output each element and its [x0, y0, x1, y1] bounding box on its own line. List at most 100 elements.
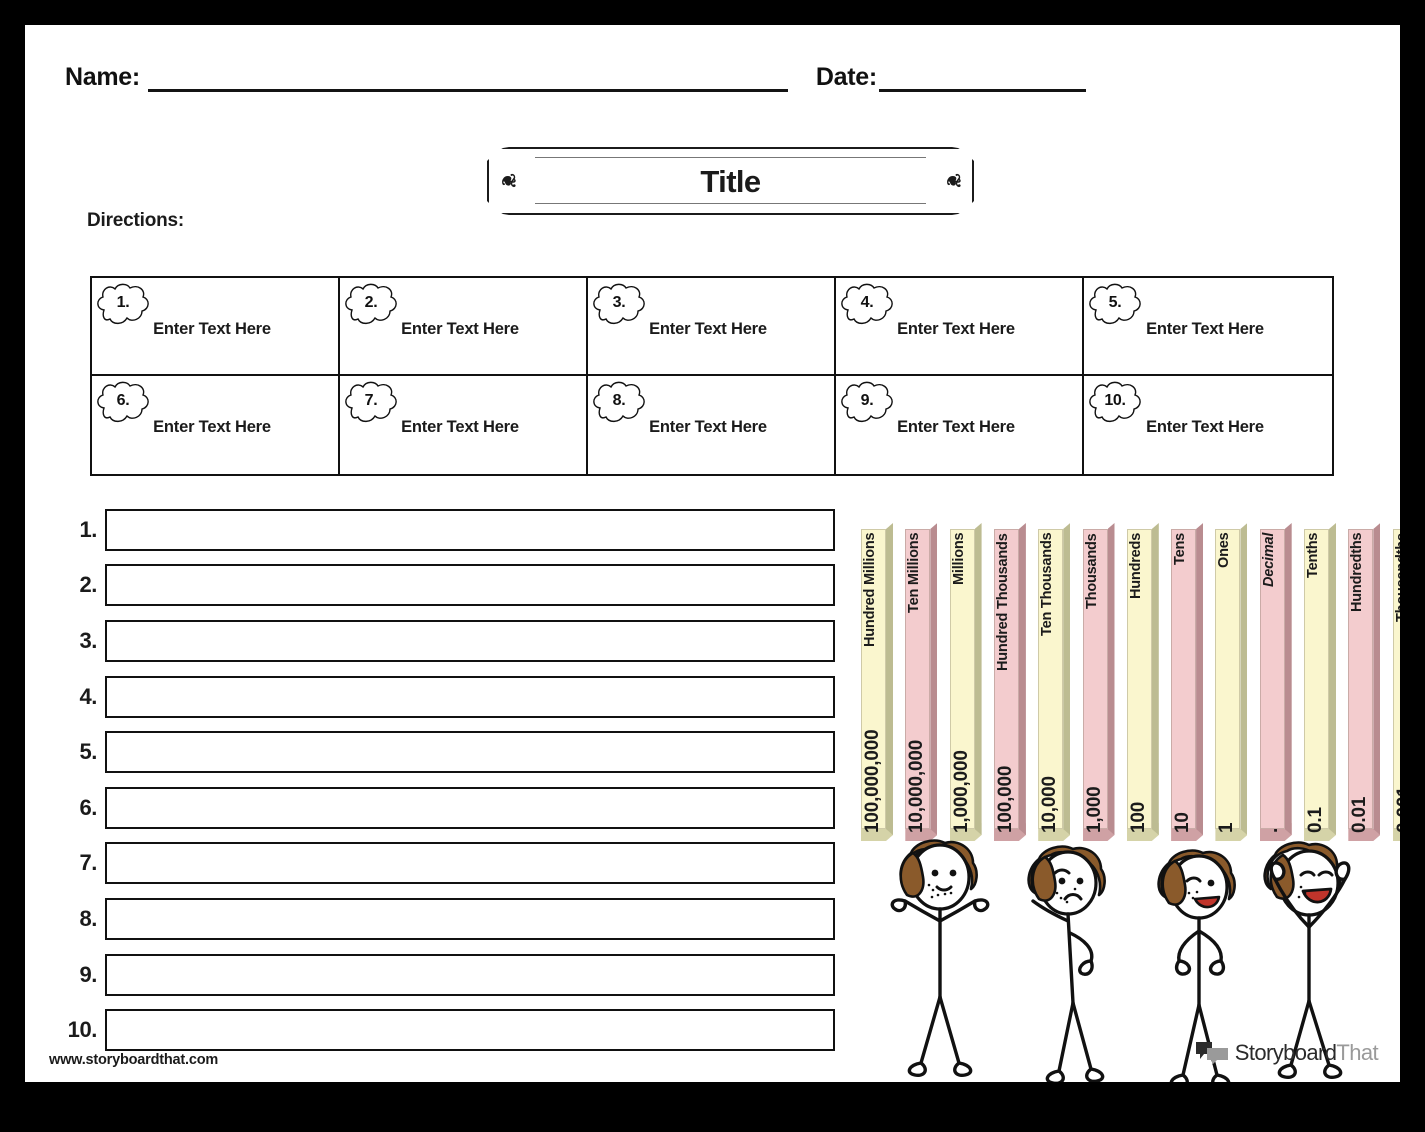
answer-row: 1. [55, 502, 835, 558]
grid-cell-text[interactable]: Enter Text Here [340, 320, 580, 339]
grid-cell-text[interactable]: Enter Text Here [340, 418, 580, 437]
answer-row-number: 3. [79, 627, 97, 653]
answer-row-number: 9. [79, 961, 97, 987]
column-name: Tens [1172, 533, 1189, 565]
column-name: Ten Thousands [1039, 533, 1056, 637]
answer-input-box[interactable] [105, 953, 835, 996]
banner-inner-rule-bottom [535, 203, 926, 204]
answer-input-box[interactable] [105, 564, 835, 607]
column-side [930, 523, 938, 835]
place-value-column[interactable]: 1,000,000 Millions [949, 523, 982, 841]
grid-cell-text[interactable]: Enter Text Here [1084, 320, 1326, 339]
grid-cell[interactable]: 9. Enter Text Here [836, 376, 1084, 474]
place-value-column[interactable]: 10,000 Ten Thousands [1038, 523, 1071, 841]
column-name: Thousands [1083, 533, 1100, 609]
stick-figure-2 [1027, 845, 1106, 1082]
answer-input-box[interactable] [105, 675, 835, 718]
answer-row: 9. [55, 947, 835, 1003]
answer-row-number: 5. [79, 739, 97, 765]
logo-text-grey: That [1336, 1040, 1378, 1065]
column-name: Ten Millions [906, 533, 923, 614]
column-name: Decimal [1260, 533, 1277, 588]
place-value-column[interactable]: 0.01 Hundredths [1348, 523, 1381, 841]
answer-input-box[interactable] [105, 731, 835, 774]
grid-cell[interactable]: 3. Enter Text Here [588, 278, 836, 376]
column-name: Ones [1216, 533, 1233, 569]
grid-cell[interactable]: 1. Enter Text Here [92, 278, 340, 376]
answer-row-number: 10. [67, 1017, 98, 1043]
grid-cell-text[interactable]: Enter Text Here [588, 320, 828, 339]
column-name: Hundred Thousands [994, 533, 1011, 671]
column-side [1063, 523, 1071, 835]
answer-row-number: 7. [79, 850, 97, 876]
grid-cell-text[interactable]: Enter Text Here [92, 418, 332, 437]
date-input-line[interactable] [878, 62, 1086, 92]
grid-cell[interactable]: 4. Enter Text Here [836, 278, 1084, 376]
logo-text-dark: Storyboard [1234, 1040, 1337, 1065]
place-value-column[interactable]: 100,000 Hundred Thousands [993, 523, 1026, 841]
answer-row-number: 4. [79, 683, 97, 709]
answer-row: 3. [55, 613, 835, 669]
directions-label: Directions: [87, 210, 185, 231]
grid-cell-number: 9. [860, 392, 874, 409]
place-value-column[interactable]: 10 Tens [1171, 523, 1204, 841]
grid-cell[interactable]: 2. Enter Text Here [340, 278, 588, 376]
stick-figure-1 [890, 839, 990, 1077]
answer-input-box[interactable] [105, 508, 835, 551]
answer-row: 6. [55, 780, 835, 836]
column-name: Hundred Millions [862, 533, 878, 648]
grid-cell-number: 7. [364, 392, 378, 409]
text-box-grid: 1. Enter Text Here 2. Enter Text Here 3.… [90, 276, 1334, 476]
answer-input-box[interactable] [105, 1009, 835, 1052]
answer-lines: 1. 2. 3. 4. 5. 6. 7. 8. 9. 10. [55, 502, 835, 1058]
grid-cell[interactable]: 8. Enter Text Here [588, 376, 836, 474]
answer-row-number: 8. [79, 905, 97, 931]
place-value-column[interactable]: 10,000,000 Ten Millions [905, 523, 938, 841]
storyboardthat-logo[interactable]: StoryboardThat [1195, 1040, 1379, 1066]
worksheet-page: Name: Date: ❦ ❦ Title Directions: 1. Ent… [25, 25, 1400, 1082]
answer-input-box[interactable] [105, 842, 835, 885]
grid-cell[interactable]: 10. Enter Text Here [1084, 376, 1332, 474]
grid-cell-text[interactable]: Enter Text Here [1084, 418, 1326, 437]
answer-input-box[interactable] [105, 897, 835, 940]
answer-row: 4. [55, 669, 835, 725]
answer-row: 2. [55, 558, 835, 614]
grid-cell-number: 3. [612, 294, 626, 311]
answer-row: 7. [55, 836, 835, 892]
column-side [886, 523, 893, 835]
answer-row: 10. [55, 1002, 835, 1058]
place-value-column[interactable]: . Decimal [1259, 523, 1292, 841]
place-value-column[interactable]: 0.1 Tenths [1304, 523, 1336, 841]
column-side [1373, 523, 1381, 835]
grid-cell-number: 1. [116, 294, 130, 311]
column-side [1196, 523, 1204, 835]
column-side [1240, 523, 1248, 835]
place-value-column[interactable]: 100 Hundreds [1126, 523, 1159, 841]
grid-cell-text[interactable]: Enter Text Here [836, 320, 1076, 339]
name-date-row: Name: Date: [65, 50, 1365, 92]
title-banner[interactable]: ❦ ❦ Title [487, 147, 974, 215]
footer-url[interactable]: www.storyboardthat.com [49, 1052, 218, 1068]
place-value-column[interactable]: 100,000,000 Hundred Millions [861, 523, 893, 841]
answer-row-number: 2. [79, 572, 97, 598]
column-side [1329, 523, 1336, 835]
grid-cell-number: 2. [364, 294, 378, 311]
answer-row-number: 6. [79, 794, 97, 820]
grid-cell-text[interactable]: Enter Text Here [588, 418, 828, 437]
answer-row-number: 1. [79, 516, 97, 542]
page-title[interactable]: Title [487, 164, 974, 200]
grid-cell[interactable]: 6. Enter Text Here [92, 376, 340, 474]
name-input-line[interactable] [147, 62, 788, 92]
answer-input-box[interactable] [105, 786, 835, 829]
place-value-column[interactable]: 1,000 Thousands [1082, 523, 1115, 841]
column-name: Hundredths [1349, 533, 1366, 613]
grid-cell[interactable]: 7. Enter Text Here [340, 376, 588, 474]
place-value-column[interactable]: 1 Ones [1215, 523, 1248, 841]
answer-input-box[interactable] [105, 619, 835, 662]
grid-cell-number: 8. [612, 392, 626, 409]
grid-cell-text[interactable]: Enter Text Here [92, 320, 332, 339]
grid-cell[interactable]: 5. Enter Text Here [1084, 278, 1332, 376]
grid-cell-text[interactable]: Enter Text Here [836, 418, 1076, 437]
grid-cell-number: 4. [860, 294, 874, 311]
place-value-column[interactable]: 0.001 Thousandths [1392, 523, 1400, 841]
